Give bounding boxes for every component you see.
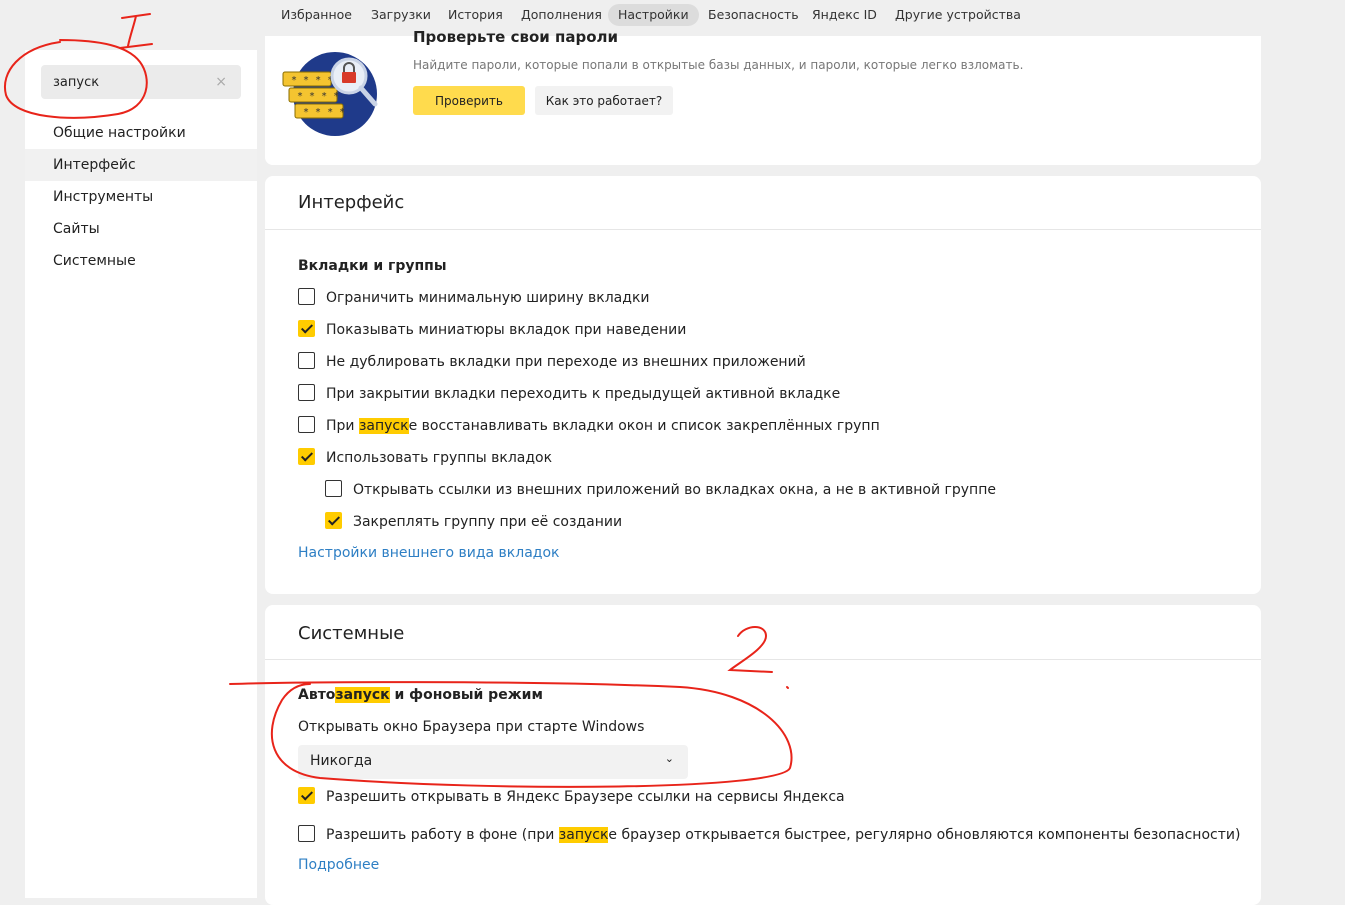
settings-sidebar: × Общие настройки Интерфейс Инструменты …	[25, 50, 257, 898]
option-label: При закрытии вкладки переходить к предыд…	[326, 386, 841, 402]
sidebar-item-tools[interactable]: Инструменты	[25, 181, 257, 213]
option-label: При запуске восстанавливать вкладки окон…	[326, 418, 880, 434]
check-passwords-button[interactable]: Проверить	[413, 86, 525, 115]
option-label: Использовать группы вкладок	[326, 450, 553, 466]
option-label: Не дублировать вкладки при переходе из в…	[326, 354, 806, 370]
divider	[265, 229, 1261, 230]
tab-downloads[interactable]: Загрузки	[361, 4, 441, 26]
tab-security[interactable]: Безопасность	[698, 4, 809, 26]
checkbox[interactable]	[298, 787, 315, 804]
divider	[265, 659, 1261, 660]
option-label: Ограничить минимальную ширину вкладки	[326, 290, 650, 306]
more-info-link[interactable]: Подробнее	[298, 857, 379, 873]
svg-text:* * * *: * * * *	[297, 91, 339, 102]
tab-favorites[interactable]: Избранное	[271, 4, 362, 26]
tab-settings[interactable]: Настройки	[608, 4, 699, 26]
open-window-label: Открывать окно Браузера при старте Windo…	[298, 719, 645, 735]
option-label: Разрешить работу в фоне (при запуске бра…	[326, 827, 1241, 843]
select-value: Никогда	[310, 753, 373, 769]
option-label: Закреплять группу при её создании	[353, 514, 623, 530]
checkbox[interactable]	[298, 384, 315, 401]
tab-history[interactable]: История	[438, 4, 513, 26]
checkbox[interactable]	[298, 825, 315, 842]
svg-text:* * * *: * * * *	[291, 75, 333, 86]
tab-yandex-id[interactable]: Яндекс ID	[802, 4, 887, 26]
svg-text:* * * *: * * * *	[303, 107, 345, 118]
checkbox[interactable]	[325, 512, 342, 529]
system-title: Системные	[298, 623, 405, 644]
search-input[interactable]	[41, 65, 213, 99]
option-label: Разрешить открывать в Яндекс Браузере сс…	[326, 789, 845, 805]
password-magnifier-illustration: * * * * * * * * * * * *	[282, 52, 378, 136]
checkbox[interactable]	[298, 448, 315, 465]
tab-extensions[interactable]: Дополнения	[511, 4, 612, 26]
close-icon[interactable]: ×	[215, 73, 227, 91]
search-highlight: запуск	[358, 418, 409, 434]
sidebar-item-system[interactable]: Системные	[25, 245, 257, 277]
how-it-works-button[interactable]: Как это работает?	[535, 86, 673, 115]
settings-search: ×	[41, 65, 241, 99]
search-highlight: запуск	[558, 827, 609, 843]
sidebar-item-sites[interactable]: Сайты	[25, 213, 257, 245]
interface-card: Интерфейс Вкладки и группы Ограничить ми…	[265, 176, 1261, 594]
checkbox[interactable]	[325, 480, 342, 497]
password-check-card: * * * * * * * * * * * * Проверьте свои п…	[265, 28, 1261, 165]
checkbox[interactable]	[298, 320, 315, 337]
sidebar-item-general[interactable]: Общие настройки	[25, 117, 257, 149]
autostart-heading: Автозапуск и фоновый режим	[298, 687, 543, 703]
top-navigation: Избранное Загрузки История Дополнения На…	[0, 0, 1345, 32]
chevron-down-icon: ⌄	[664, 752, 674, 765]
option-label: Открывать ссылки из внешних приложений в…	[353, 482, 996, 498]
tab-other-devices[interactable]: Другие устройства	[885, 4, 1031, 26]
option-label: Показывать миниатюры вкладок при наведен…	[326, 322, 687, 338]
open-window-select[interactable]: Никогда ⌄	[298, 745, 688, 779]
search-highlight: запуск	[335, 687, 390, 703]
password-check-title: Проверьте свои пароли	[413, 28, 619, 46]
checkbox[interactable]	[298, 352, 315, 369]
system-card: Системные Автозапуск и фоновый режим Отк…	[265, 605, 1261, 905]
interface-title: Интерфейс	[298, 192, 405, 213]
tab-appearance-link[interactable]: Настройки внешнего вида вкладок	[298, 545, 559, 561]
sidebar-item-interface[interactable]: Интерфейс	[25, 149, 257, 181]
checkbox[interactable]	[298, 416, 315, 433]
password-check-description: Найдите пароли, которые попали в открыты…	[413, 58, 1024, 72]
tabs-groups-heading: Вкладки и группы	[298, 258, 447, 274]
checkbox[interactable]	[298, 288, 315, 305]
